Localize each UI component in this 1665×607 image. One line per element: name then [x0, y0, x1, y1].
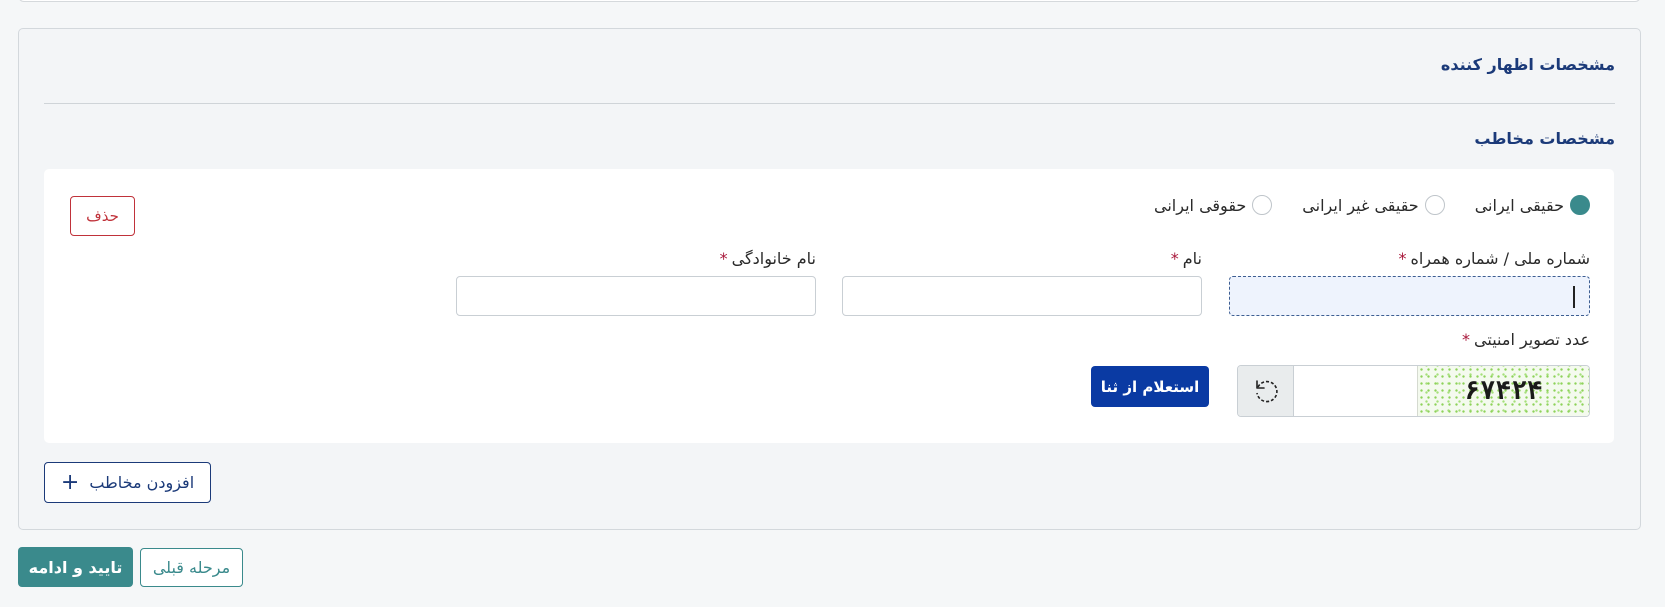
required-mark: *	[1170, 249, 1179, 268]
captcha-input[interactable]	[1293, 366, 1417, 416]
national-id-label: شماره ملی / شماره همراه*	[1398, 249, 1590, 268]
text-caret	[1573, 286, 1575, 308]
last-name-label: نام خانوادگی*	[719, 249, 816, 268]
plus-icon: +	[60, 469, 80, 495]
radio-checked-icon[interactable]	[1570, 195, 1590, 215]
captcha-refresh-button[interactable]	[1238, 366, 1293, 416]
inquire-sana-button[interactable]: استعلام از ثنا	[1091, 366, 1209, 407]
declarant-section: مشخصات اظهار کننده مشخصات مخاطب حقیقی ای…	[18, 28, 1641, 530]
required-mark: *	[1398, 249, 1407, 268]
radio-unchecked-icon[interactable]	[1424, 195, 1445, 215]
radio-label: حقیقی ایرانی	[1474, 195, 1564, 215]
captcha-image: ۶۷۴۲۴	[1417, 366, 1589, 416]
captcha-label: عدد تصویر امنیتی*	[1462, 330, 1590, 349]
declarant-section-title: مشخصات اظهار کننده	[1440, 55, 1615, 74]
radio-iranian-natural[interactable]: حقیقی ایرانی	[1475, 195, 1590, 215]
refresh-icon	[1255, 380, 1278, 403]
first-name-label: نام*	[1170, 249, 1202, 268]
national-id-input[interactable]	[1229, 276, 1590, 316]
confirm-continue-button[interactable]: تایید و ادامه	[18, 547, 133, 587]
previous-step-button[interactable]: مرحله قبلی	[140, 548, 243, 587]
first-name-input[interactable]	[842, 276, 1202, 316]
add-audience-label: افزودن مخاطب	[89, 473, 195, 492]
previous-section-card	[18, 0, 1641, 2]
person-type-radio-group: حقیقی ایرانی حقیقی غیر ایرانی حقوقی ایرا…	[1154, 195, 1590, 215]
last-name-input[interactable]	[456, 276, 816, 316]
captcha-group: ۶۷۴۲۴	[1237, 365, 1590, 417]
audience-section-title: مشخصات مخاطب	[1474, 129, 1615, 148]
delete-audience-button[interactable]: حذف	[70, 196, 135, 236]
add-audience-button[interactable]: افزودن مخاطب +	[44, 462, 211, 503]
required-mark: *	[1462, 330, 1471, 349]
section-divider	[44, 103, 1615, 104]
radio-unchecked-icon[interactable]	[1252, 195, 1273, 215]
radio-label: حقوقی ایرانی	[1154, 195, 1247, 215]
audience-card: حقیقی ایرانی حقیقی غیر ایرانی حقوقی ایرا…	[44, 169, 1614, 443]
required-mark: *	[719, 249, 728, 268]
radio-iranian-legal[interactable]: حقوقی ایرانی	[1154, 195, 1273, 215]
radio-foreign-natural[interactable]: حقیقی غیر ایرانی	[1302, 195, 1445, 215]
radio-label: حقیقی غیر ایرانی	[1302, 195, 1419, 215]
